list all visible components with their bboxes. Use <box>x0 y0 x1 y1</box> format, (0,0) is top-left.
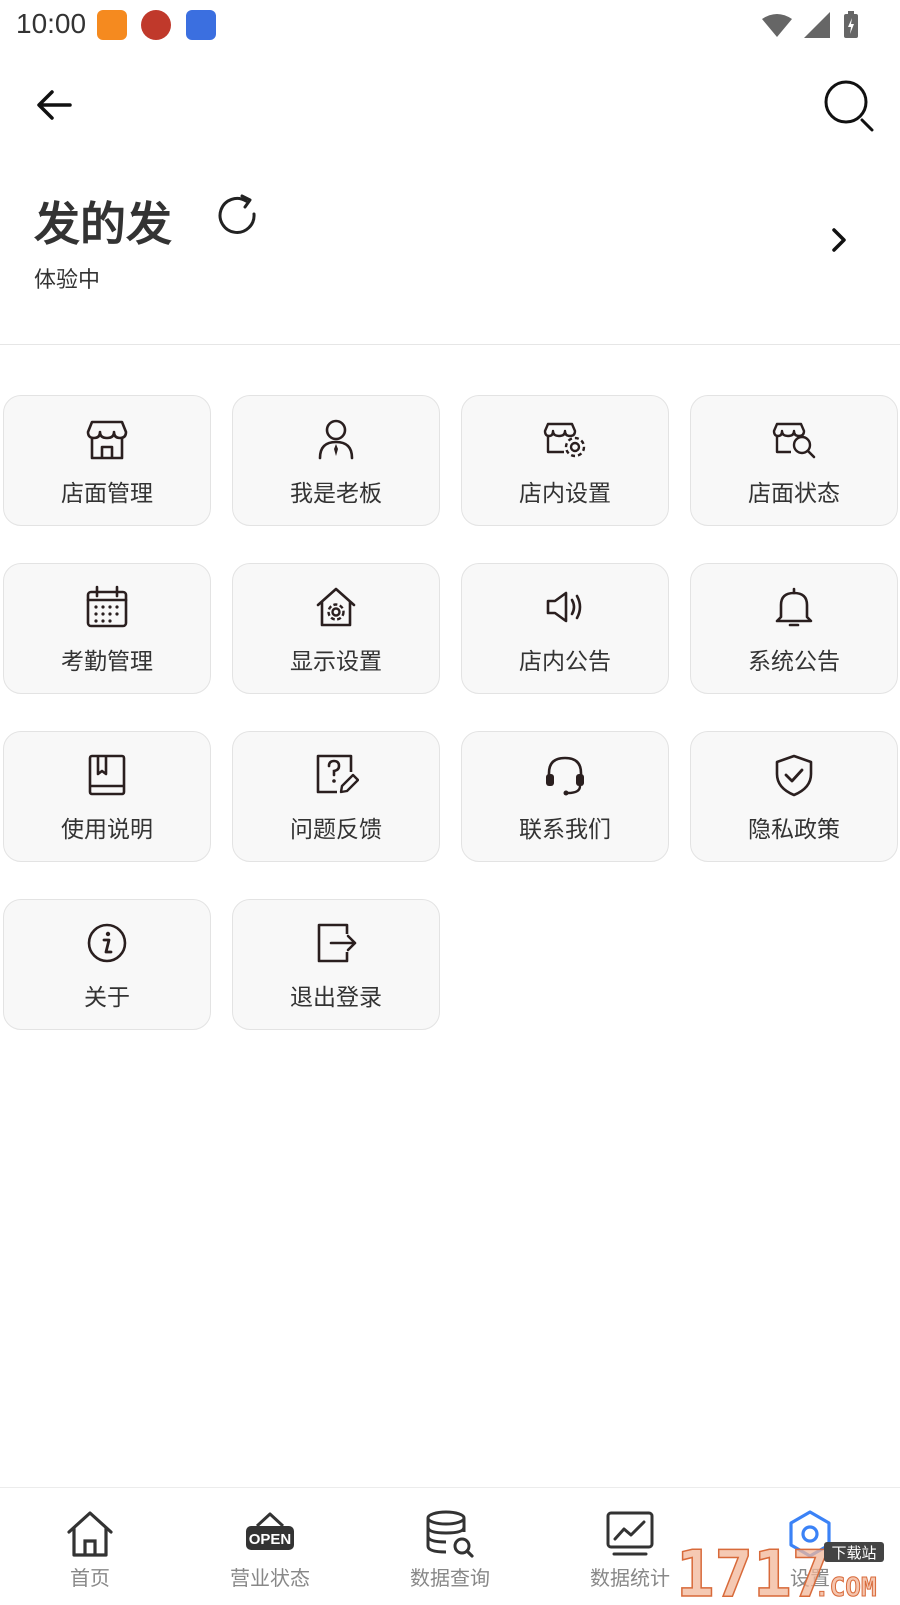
search-icon <box>824 80 874 132</box>
back-button[interactable] <box>30 80 80 130</box>
menu-item-logout[interactable]: 退出登录 <box>232 899 440 1030</box>
menu-item-label: 考勤管理 <box>61 648 153 674</box>
menu-grid: 店面管理 我是老板 店内设置 店面状态 考勤管理 显示设置 店内公告 系统公告 … <box>3 395 899 1030</box>
book-icon <box>84 752 130 798</box>
menu-item-about[interactable]: 关于 <box>3 899 211 1030</box>
menu-item-attendance[interactable]: 考勤管理 <box>3 563 211 694</box>
menu-item-label: 联系我们 <box>519 816 611 842</box>
open-sign-icon: OPEN <box>244 1508 296 1560</box>
menu-item-label: 关于 <box>84 984 130 1010</box>
status-time: 10:00 <box>16 8 87 39</box>
nav-item-home[interactable]: 首页 <box>0 1488 180 1601</box>
nav-label: 营业状态 <box>230 1568 310 1590</box>
menu-item-label: 我是老板 <box>290 480 382 506</box>
menu-item-label: 使用说明 <box>61 816 153 842</box>
menu-item-privacy-policy[interactable]: 隐私政策 <box>690 731 898 862</box>
info-icon <box>84 920 130 966</box>
wifi-icon <box>762 14 792 37</box>
nav-label: 数据统计 <box>590 1568 670 1590</box>
home-icon <box>64 1508 116 1560</box>
nav-label: 数据查询 <box>410 1568 490 1590</box>
menu-item-label: 系统公告 <box>748 648 840 674</box>
nav-item-data-query[interactable]: 数据查询 <box>360 1488 540 1601</box>
arrow-left-icon <box>37 90 72 120</box>
top-bar <box>0 70 900 140</box>
menu-item-system-announcement[interactable]: 系统公告 <box>690 563 898 694</box>
menu-item-label: 隐私政策 <box>748 816 840 842</box>
bell-icon <box>771 584 817 630</box>
watermark-logo: 1717 .COM 下载站 <box>675 1530 900 1605</box>
store-name: 发的发 <box>34 198 172 250</box>
watermark-suffix: .COM <box>814 1573 877 1600</box>
headset-icon <box>542 752 588 798</box>
menu-item-label: 店面管理 <box>61 480 153 506</box>
store-status: 体验中 <box>34 267 101 292</box>
refresh-button[interactable] <box>214 192 262 240</box>
nav-label: 首页 <box>70 1568 110 1590</box>
home-gear-icon <box>313 584 359 630</box>
signal-icon <box>804 12 830 38</box>
watermark-number: 1717 <box>676 1538 830 1600</box>
store-settings-icon <box>542 416 588 462</box>
divider <box>0 344 900 345</box>
menu-item-display-settings[interactable]: 显示设置 <box>232 563 440 694</box>
storefront-icon <box>84 416 130 462</box>
shield-check-icon <box>771 752 817 798</box>
system-icons <box>762 10 860 40</box>
chart-icon <box>604 1508 656 1560</box>
speaker-icon <box>542 584 588 630</box>
menu-item-store-announcement[interactable]: 店内公告 <box>461 563 669 694</box>
calendar-icon <box>84 584 130 630</box>
status-bar: 10:00 <box>0 0 900 48</box>
chevron-right-icon <box>832 228 846 252</box>
menu-item-label: 问题反馈 <box>290 816 382 842</box>
nav-item-business-status[interactable]: OPEN 营业状态 <box>180 1488 360 1601</box>
database-search-icon <box>424 1508 476 1560</box>
menu-item-i-am-boss[interactable]: 我是老板 <box>232 395 440 526</box>
menu-item-store-settings[interactable]: 店内设置 <box>461 395 669 526</box>
search-button[interactable] <box>820 76 880 136</box>
notification-weibo-icon <box>141 10 171 40</box>
menu-item-store-status[interactable]: 店面状态 <box>690 395 898 526</box>
refresh-icon <box>218 194 256 234</box>
person-icon <box>313 416 359 462</box>
battery-icon <box>844 11 858 38</box>
watermark-tag: 下载站 <box>831 1544 876 1562</box>
menu-item-store-management[interactable]: 店面管理 <box>3 395 211 526</box>
menu-item-label: 显示设置 <box>290 648 382 674</box>
open-sign-text: OPEN <box>249 1531 292 1548</box>
menu-item-label: 店内设置 <box>519 480 611 506</box>
menu-item-user-guide[interactable]: 使用说明 <box>3 731 211 862</box>
menu-item-label: 退出登录 <box>290 984 382 1010</box>
profile-detail-button[interactable] <box>824 222 854 258</box>
store-search-icon <box>771 416 817 462</box>
logout-icon <box>313 920 359 966</box>
notification-app-icon <box>186 10 216 40</box>
menu-item-label: 店内公告 <box>519 648 611 674</box>
menu-item-contact-us[interactable]: 联系我们 <box>461 731 669 862</box>
notification-app-icon <box>97 10 127 40</box>
question-edit-icon <box>313 752 360 798</box>
menu-item-label: 店面状态 <box>748 480 840 506</box>
store-profile[interactable]: 发的发 体验中 <box>0 170 900 320</box>
menu-item-feedback[interactable]: 问题反馈 <box>232 731 440 862</box>
